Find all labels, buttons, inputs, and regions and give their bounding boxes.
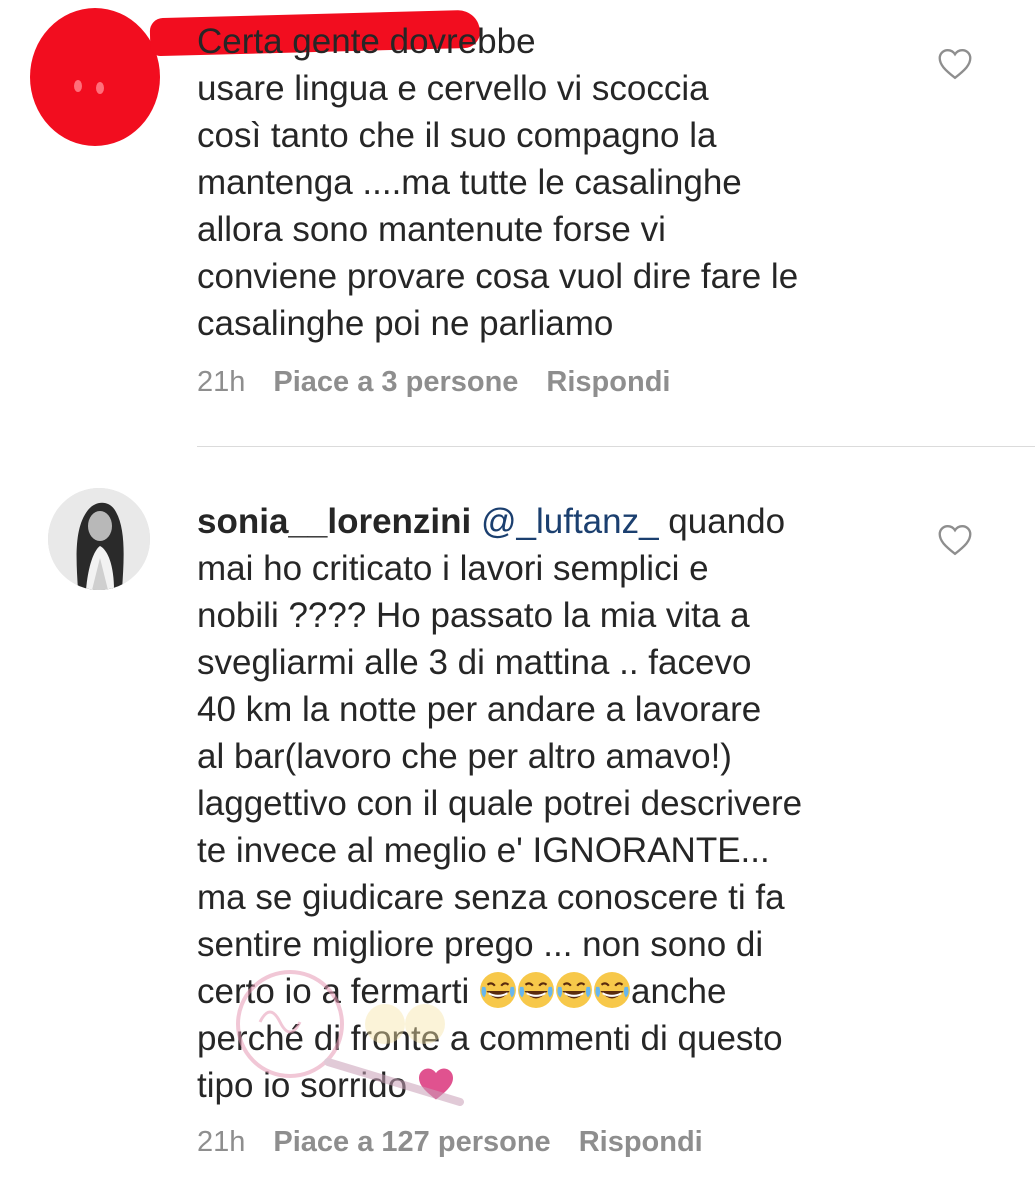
comment-body-part-1: quando mai ho criticato i lavori semplic… — [197, 502, 803, 1011]
heart-outline-icon[interactable] — [937, 524, 973, 556]
comment: sonia__lorenzini @_luftanz_ quando mai h… — [0, 446, 1035, 1200]
mention-link[interactable]: @_luftanz_ — [481, 502, 659, 541]
pink-heart-emoji — [417, 1066, 455, 1105]
redaction-scribble — [30, 8, 160, 146]
face-with-tears-of-joy-emoji — [479, 972, 517, 1011]
comment-text: Certa gente dovrebbe usare lingua e cerv… — [197, 22, 799, 343]
comment: Certa gente dovrebbe usare lingua e cerv… — [0, 0, 1035, 420]
likes-count-link[interactable]: Piace a 3 persone — [273, 366, 518, 399]
face-with-tears-of-joy-emoji — [555, 972, 593, 1011]
comment-time: 21h — [197, 366, 246, 398]
comment-time: 21h — [197, 1126, 246, 1158]
reply-button[interactable]: Rispondi — [546, 366, 670, 399]
comment-username[interactable]: sonia__lorenzini — [197, 502, 471, 541]
comment-meta: 21h Piace a 3 persone Rispondi — [197, 366, 670, 399]
heart-outline-icon[interactable] — [937, 48, 973, 80]
comment-text: sonia__lorenzini @_luftanz_ quando mai h… — [197, 498, 897, 1109]
face-with-tears-of-joy-emoji — [517, 972, 555, 1011]
reply-button[interactable]: Rispondi — [579, 1126, 703, 1159]
likes-count-link[interactable]: Piace a 127 persone — [273, 1126, 550, 1159]
comment-meta: 21h Piace a 127 persone Rispondi — [197, 1126, 703, 1159]
face-with-tears-of-joy-emoji — [593, 972, 631, 1011]
avatar[interactable] — [48, 488, 150, 590]
